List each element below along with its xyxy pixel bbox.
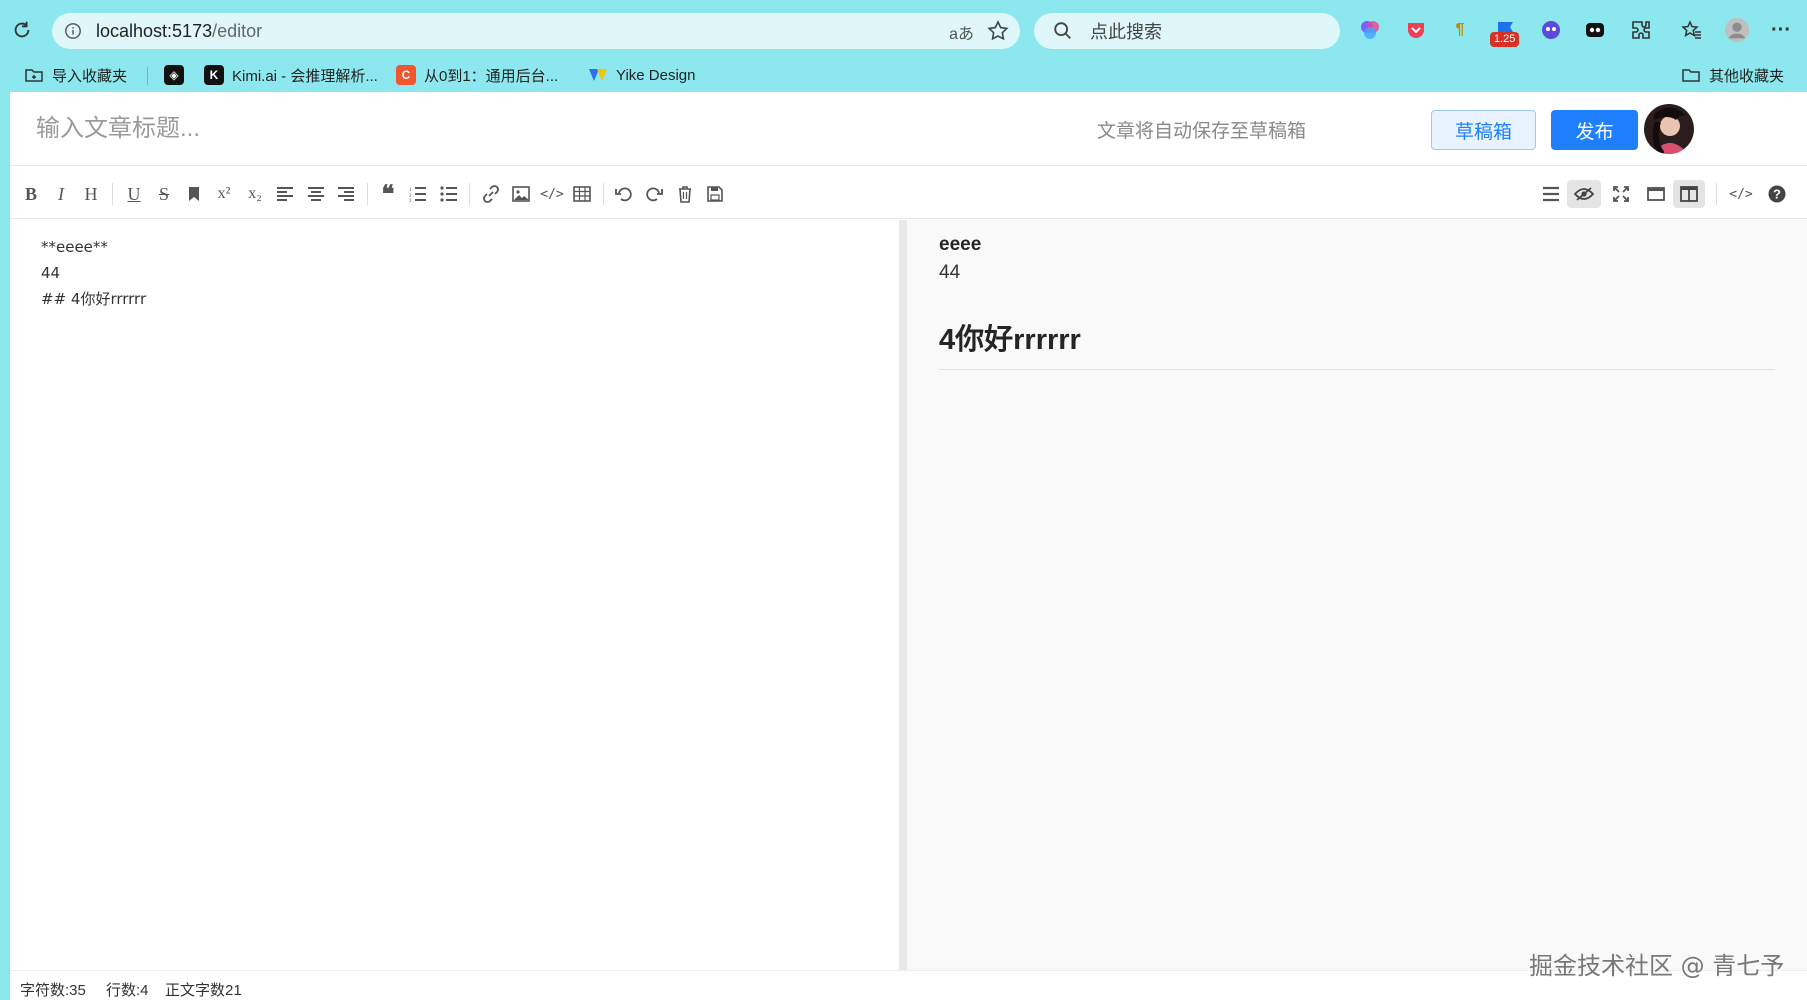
game-extension-icon[interactable] — [1582, 17, 1608, 43]
url-host: localhost:5173 — [96, 20, 213, 41]
drafts-button[interactable]: 草稿箱 — [1431, 110, 1536, 150]
toggle-preview-icon[interactable] — [1567, 180, 1601, 208]
body-char-count: 正文字数21 — [165, 982, 242, 999]
puzzle-extensions-icon[interactable] — [1628, 17, 1654, 43]
folder-icon — [1682, 69, 1700, 82]
editor-content[interactable]: **eeee** 44 ## 4你好rrrrrr — [41, 234, 146, 312]
article-title-input[interactable] — [36, 110, 636, 148]
favorites-icon[interactable] — [1679, 17, 1705, 43]
markdown-preview: eeee 44 4你好rrrrrr — [907, 220, 1807, 970]
superscript-icon[interactable]: x² — [210, 180, 238, 208]
save-icon[interactable] — [701, 180, 729, 208]
bookmark-kimi[interactable]: K Kimi.ai - 会推理解析... — [204, 58, 378, 92]
bookmark-label: 从0到1：通用后台... — [424, 67, 559, 85]
address-bar[interactable]: localhost:5173/editor aあ — [52, 13, 1020, 49]
c-site-icon: C — [396, 65, 416, 85]
code-icon[interactable]: </> — [538, 180, 566, 208]
svg-text:3: 3 — [409, 199, 412, 202]
split-view-icon[interactable] — [1673, 180, 1705, 208]
search-box[interactable]: 点此搜索 — [1034, 13, 1340, 49]
trash-icon[interactable] — [671, 180, 699, 208]
unordered-list-icon[interactable] — [435, 180, 463, 208]
paragraph-extension-icon[interactable]: ¶ — [1447, 17, 1473, 43]
underline-icon[interactable]: U — [120, 180, 148, 208]
table-icon[interactable] — [568, 180, 596, 208]
url-text[interactable]: localhost:5173/editor — [96, 21, 262, 42]
pocket-extension-icon[interactable] — [1403, 17, 1429, 43]
extension-badge: 1.25 — [1490, 32, 1520, 47]
fullscreen-icon[interactable] — [1607, 180, 1635, 208]
toolbar-divider — [1716, 183, 1717, 205]
toc-icon[interactable] — [1537, 180, 1565, 208]
bookmark-yike[interactable]: Yike Design — [588, 58, 695, 92]
svg-text:?: ? — [1773, 187, 1781, 202]
italic-icon[interactable]: I — [47, 180, 75, 208]
toolbar-divider — [469, 183, 470, 205]
ordered-list-icon[interactable]: 123 — [404, 180, 432, 208]
toolbar-divider — [603, 183, 604, 205]
bookmark-separator — [147, 67, 148, 85]
toolbar-divider — [367, 183, 368, 205]
bookmark-label: Yike Design — [616, 66, 696, 84]
redo-icon[interactable] — [640, 180, 668, 208]
editor-page: 文章将自动保存至草稿箱 草稿箱 发布 B I H U S x² x₂ ❝ 123 — [10, 92, 1807, 1000]
svg-text:1: 1 — [409, 188, 412, 193]
heading-icon[interactable]: H — [77, 180, 105, 208]
heading-underline — [939, 369, 1775, 370]
bookmark-import[interactable]: 导入收藏夹 — [24, 58, 127, 92]
page-fullscreen-icon[interactable] — [1642, 180, 1670, 208]
favorite-star-icon[interactable] — [986, 19, 1010, 43]
help-icon[interactable]: ? — [1763, 180, 1791, 208]
bookmark-label: 导入收藏夹 — [52, 67, 128, 85]
bookmarks-bar: 导入收藏夹 ◈ K Kimi.ai - 会推理解析... C 从0到1：通用后台… — [0, 58, 1807, 92]
bookmark-drop[interactable]: ◈ — [164, 58, 184, 92]
pane-divider[interactable] — [899, 220, 907, 970]
url-path: /editor — [212, 20, 263, 41]
undo-icon[interactable] — [610, 180, 638, 208]
kimi-site-icon: K — [204, 65, 224, 85]
browser-toolbar: localhost:5173/editor aあ 点此搜索 ¶ 1.25 ···… — [0, 0, 1807, 92]
info-icon[interactable] — [60, 18, 86, 44]
preview-bold-text: eeee — [939, 234, 982, 255]
align-right-icon[interactable] — [332, 180, 360, 208]
quote-icon[interactable]: ❝ — [374, 180, 402, 208]
line-count: 行数:4 — [106, 982, 149, 999]
publish-button[interactable]: 发布 — [1551, 110, 1638, 150]
char-count: 字符数:35 — [20, 982, 86, 999]
bookmark-label: 其他收藏夹 — [1709, 67, 1785, 85]
search-placeholder: 点此搜索 — [1090, 22, 1162, 42]
align-left-icon[interactable] — [271, 180, 299, 208]
preview-heading: 4你好rrrrrr — [939, 324, 1081, 356]
html-preview-icon[interactable]: </> — [1727, 180, 1755, 208]
preview-paragraph: 44 — [939, 262, 961, 283]
drop-site-icon: ◈ — [164, 65, 184, 85]
editor-toolbar: B I H U S x² x₂ ❝ 123 </> </> ? — [10, 167, 1807, 219]
toolbar-divider — [112, 183, 113, 205]
import-folder-icon — [25, 69, 43, 82]
subscript-icon[interactable]: x₂ — [241, 180, 269, 208]
bookmark-label: Kimi.ai - 会推理解析... — [232, 67, 378, 85]
ghost-extension-icon[interactable] — [1538, 17, 1564, 43]
image-icon[interactable] — [507, 180, 535, 208]
autosave-hint: 文章将自动保存至草稿箱 — [1097, 121, 1307, 142]
mark-icon[interactable] — [180, 180, 208, 208]
strikethrough-icon[interactable]: S — [150, 180, 178, 208]
align-center-icon[interactable] — [302, 180, 330, 208]
more-menu-icon[interactable]: ··· — [1768, 17, 1794, 43]
link-icon[interactable] — [477, 180, 505, 208]
bookmark-other[interactable]: 其他收藏夹 — [1681, 58, 1784, 92]
bookmark-admin[interactable]: C 从0到1：通用后台... — [396, 58, 558, 92]
read-aloud-icon[interactable]: aあ — [949, 20, 974, 44]
bold-icon[interactable]: B — [17, 180, 45, 208]
copilot-extension-icon[interactable] — [1357, 17, 1383, 43]
watermark: 掘金技术社区 @ 青七予 — [1529, 952, 1785, 980]
yike-site-icon — [588, 65, 608, 85]
profile-avatar-icon[interactable] — [1724, 17, 1750, 43]
user-avatar[interactable] — [1644, 104, 1694, 154]
markdown-editor[interactable]: **eeee** 44 ## 4你好rrrrrr — [10, 220, 900, 970]
editor-header: 文章将自动保存至草稿箱 草稿箱 发布 — [10, 92, 1807, 166]
reload-icon[interactable] — [8, 16, 36, 44]
search-icon — [1054, 22, 1071, 39]
